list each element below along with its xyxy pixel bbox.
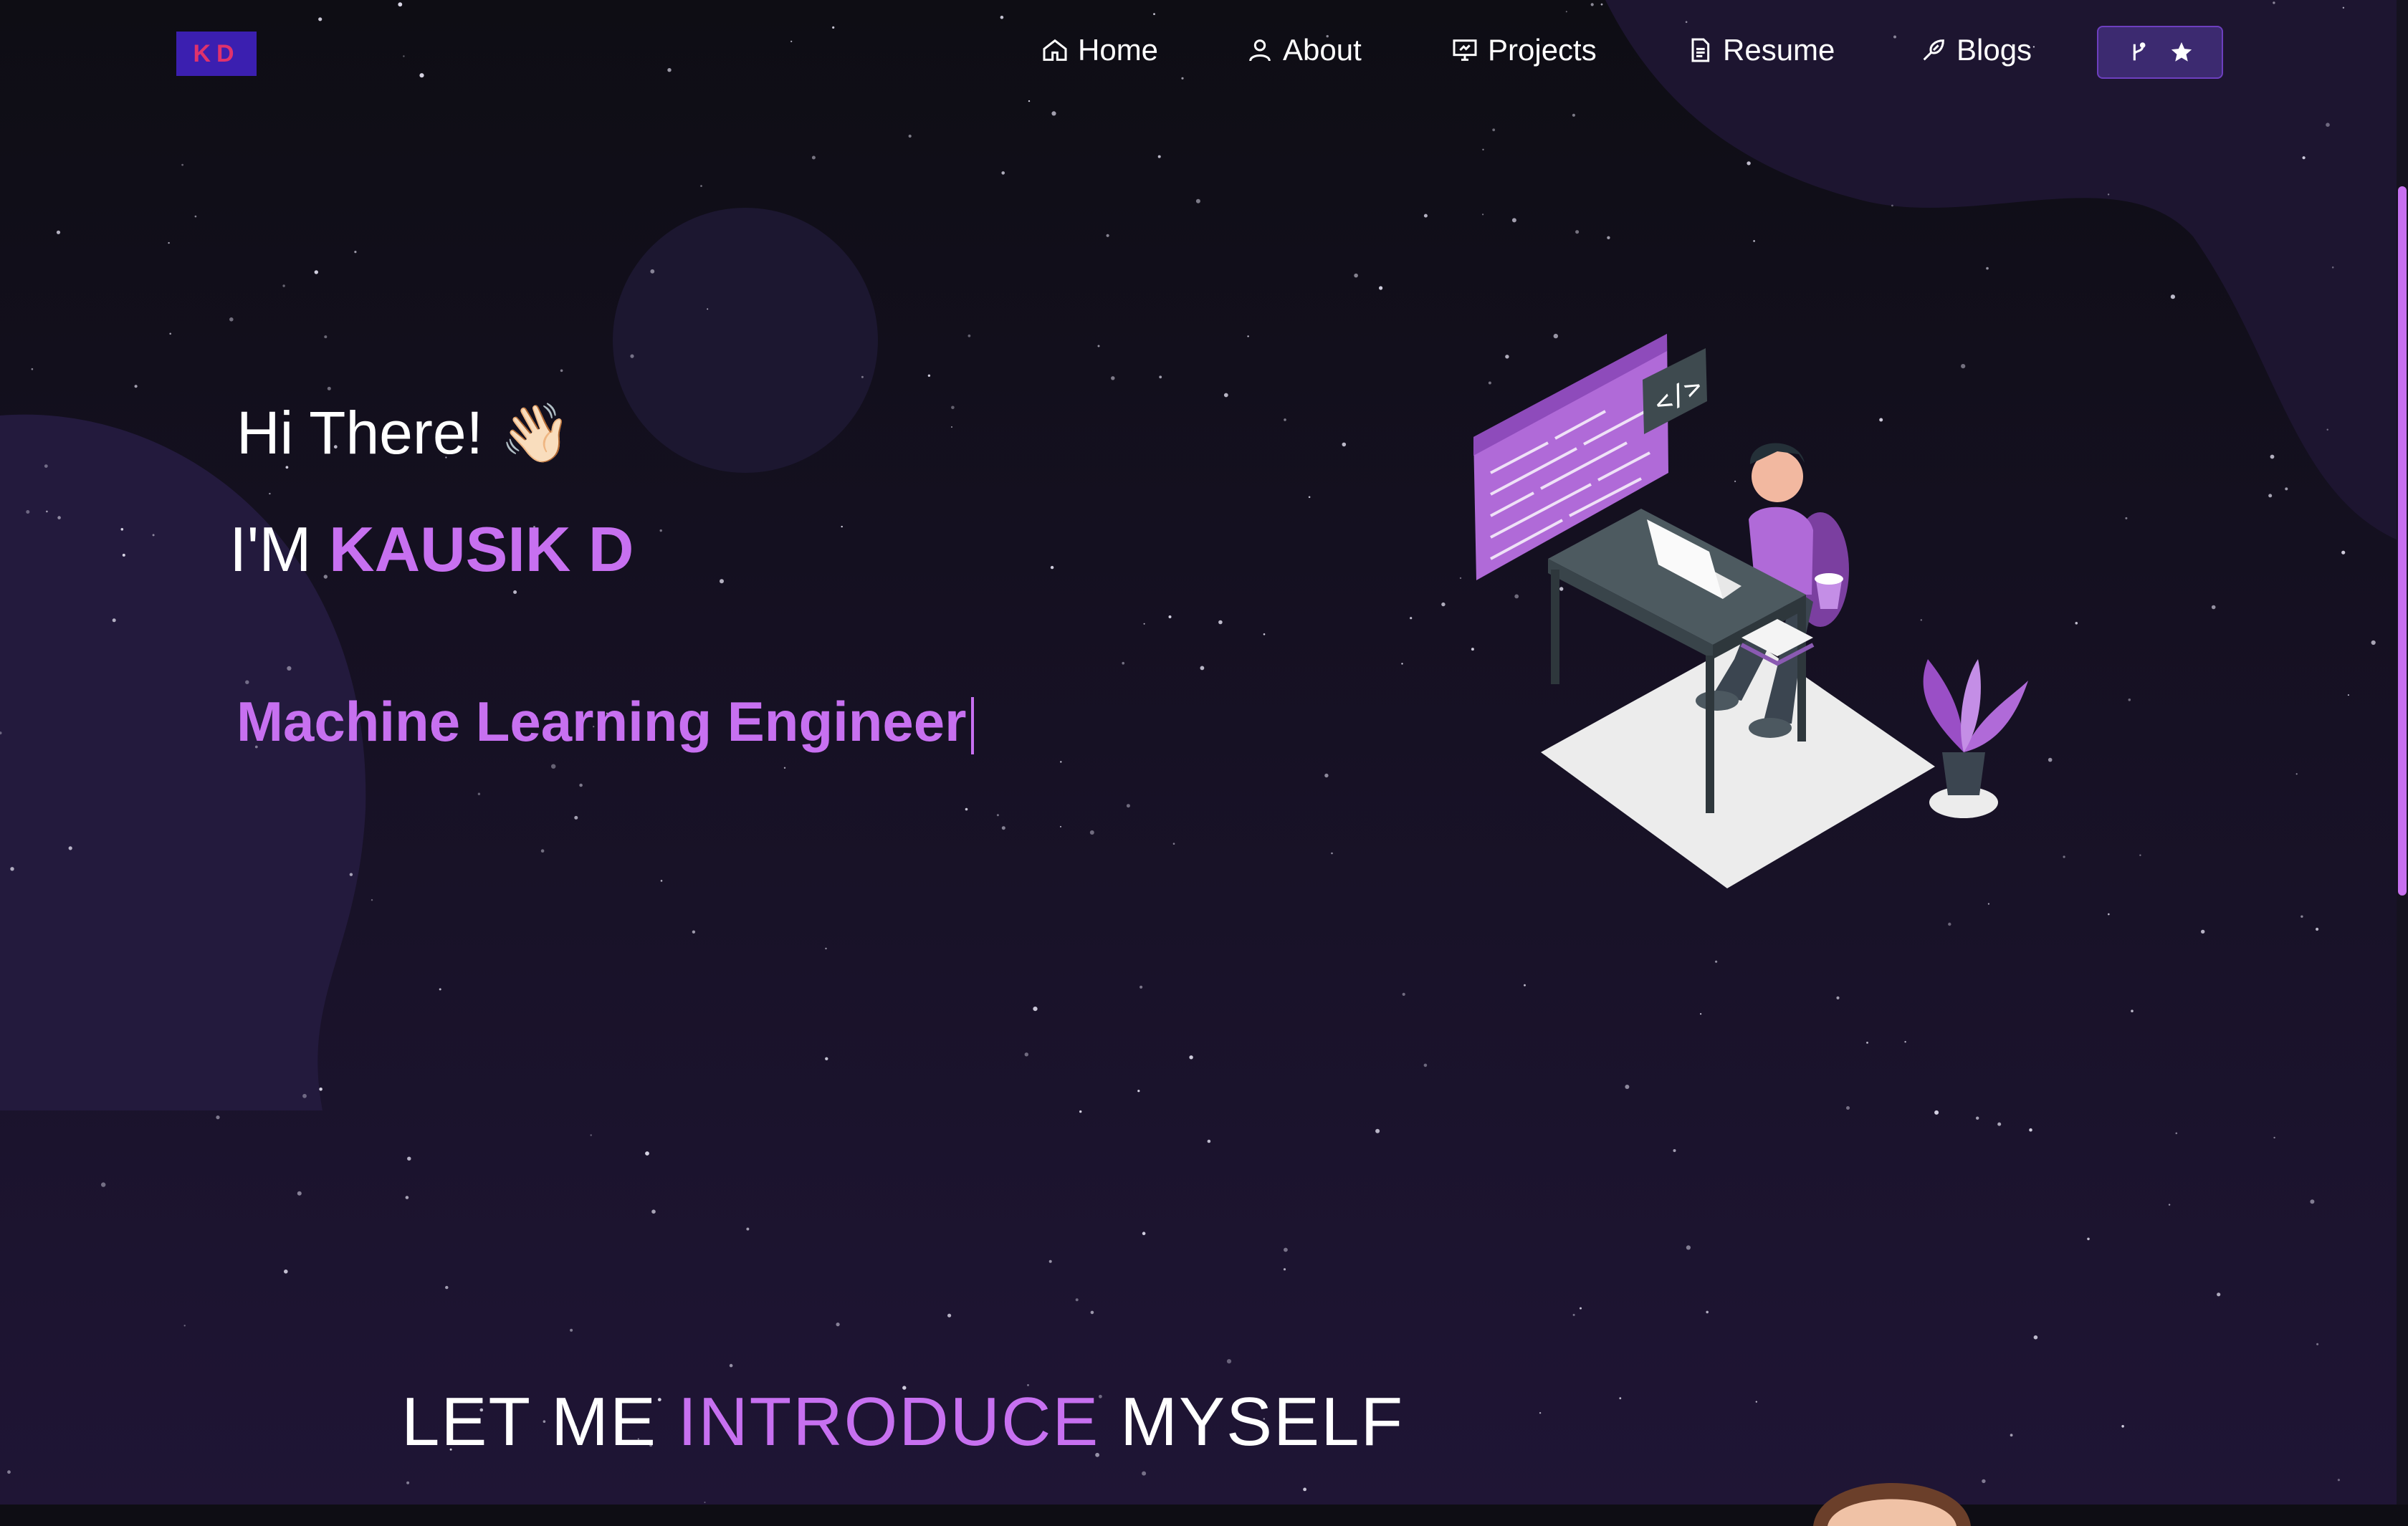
intro-heading: LET ME INTRODUCE MYSELF [401, 1383, 1404, 1462]
im-prefix: I'M [229, 514, 312, 585]
hero-name: KAUSIK D [329, 514, 634, 585]
star-icon [2171, 42, 2192, 62]
avatar [1813, 1483, 1971, 1526]
scrollbar-thumb[interactable] [2398, 186, 2407, 896]
typewriter-role: Machine Learning Engineer [236, 689, 974, 755]
role-text: Machine Learning Engineer [236, 690, 967, 753]
developer-illustration: </> [1473, 334, 2028, 888]
nav-projects-label: Projects [1488, 33, 1597, 67]
small-blob [613, 208, 878, 473]
nav-about-label: About [1283, 33, 1362, 67]
intro-part1: LET ME [401, 1383, 657, 1460]
nav-blogs-label: Blogs [1956, 33, 2032, 67]
hero-greeting: Hi There! 👋🏻 [236, 398, 572, 468]
wave-icon: 👋🏻 [500, 400, 572, 465]
nav-blogs[interactable]: Blogs [1919, 29, 2032, 72]
fork-icon [2133, 42, 2146, 61]
top-navbar: KD Home About Projects Resume Blogs [0, 0, 2408, 107]
nav-home-label: Home [1078, 33, 1159, 67]
presentation-icon [1453, 39, 1477, 61]
typing-cursor [970, 697, 974, 755]
home-icon [1043, 39, 1067, 61]
intro-highlight: INTRODUCE [677, 1383, 1100, 1460]
nav-home[interactable]: Home [1041, 29, 1158, 72]
user-icon [1249, 39, 1271, 62]
nav-about[interactable]: About [1246, 29, 1362, 72]
github-fork-star-button[interactable] [2097, 26, 2223, 79]
document-icon [1691, 38, 1710, 62]
nav-resume-label: Resume [1723, 33, 1835, 67]
pen-icon [1923, 39, 1944, 61]
logo[interactable]: KD [176, 32, 257, 76]
hero-name-line: I'M KAUSIK D [229, 513, 634, 586]
greeting-text: Hi There! [236, 399, 483, 466]
nav-resume[interactable]: Resume [1686, 29, 1835, 72]
nav-projects[interactable]: Projects [1451, 29, 1597, 72]
intro-part2: MYSELF [1120, 1383, 1405, 1460]
plant-graphic [1923, 659, 2028, 818]
